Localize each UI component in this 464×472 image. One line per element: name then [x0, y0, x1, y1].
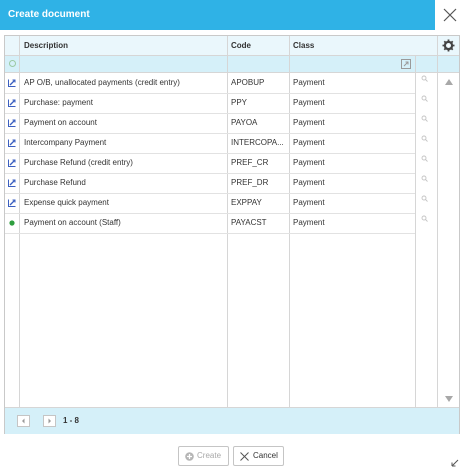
edit-icon[interactable]: [8, 159, 16, 167]
pager-next-button[interactable]: [43, 415, 56, 427]
cell-class: Payment: [293, 78, 325, 87]
edit-icon[interactable]: [8, 139, 16, 147]
cell-code: PAYOA: [231, 118, 258, 127]
gear-icon: [442, 39, 455, 52]
table-row[interactable]: Payment on account PAYOA Payment: [5, 113, 428, 134]
table-row[interactable]: Purchase: payment PPY Payment: [5, 93, 428, 114]
grid-header: Description Code Class: [5, 36, 459, 56]
filter-status-icon: [9, 60, 16, 67]
filter-row: [5, 56, 459, 73]
scroll-up-icon[interactable]: [445, 79, 453, 85]
cell-class: Payment: [293, 178, 325, 187]
cell-code: PREF_DR: [231, 178, 269, 187]
cell-class: Payment: [293, 158, 325, 167]
cancel-button[interactable]: Cancel: [233, 446, 284, 466]
close-button[interactable]: [434, 0, 464, 30]
filter-expand-button[interactable]: [401, 59, 411, 69]
close-icon: [240, 452, 249, 461]
create-button[interactable]: Create: [178, 446, 229, 466]
table-row[interactable]: Purchase Refund (credit entry) PREF_CR Pay…: [5, 153, 428, 174]
cell-class: Payment: [293, 98, 325, 107]
pager-range: 1 - 8: [63, 416, 80, 425]
document-grid: Description Code Class AP O/B, unallocat…: [4, 35, 460, 434]
table-row[interactable]: Purchase Refund PREF_DR Payment: [5, 173, 428, 194]
chevron-left-icon: [22, 418, 25, 424]
cell-description: AP O/B, unallocated payments (credit ent…: [24, 78, 180, 87]
table-row[interactable]: Intercompany Payment INTERCOPA... Payment: [5, 133, 428, 154]
filter-description-input[interactable]: [20, 56, 227, 72]
cell-description: Purchase Refund (credit entry): [24, 158, 133, 167]
cell-description: Intercompany Payment: [24, 138, 107, 147]
collapse-icon[interactable]: [451, 459, 459, 467]
cell-class: Payment: [293, 198, 325, 207]
cancel-button-label: Cancel: [253, 451, 278, 460]
cell-description: Expense quick payment: [24, 198, 109, 207]
edit-icon[interactable]: [8, 119, 16, 127]
plus-circle-icon: [185, 452, 194, 461]
scroll-down-icon[interactable]: [445, 396, 453, 402]
column-header-description[interactable]: Description: [24, 36, 68, 55]
column-header-code[interactable]: Code: [231, 36, 251, 55]
edit-icon[interactable]: [8, 179, 16, 187]
dialog-title: Create document: [8, 9, 90, 20]
cell-code: PAYACST: [231, 218, 267, 227]
table-row[interactable]: Payment on account (Staff) PAYACST Payment: [5, 213, 428, 234]
cell-code: INTERCOPA...: [231, 138, 284, 147]
table-row[interactable]: Expense quick payment EXPPAY Payment: [5, 193, 428, 214]
table-row[interactable]: AP O/B, unallocated payments (credit ent…: [5, 73, 428, 94]
pager-prev-button[interactable]: [17, 415, 30, 427]
cell-code: PPY: [231, 98, 248, 107]
cell-description: Payment on account: [24, 118, 97, 127]
cell-code: EXPPAY: [231, 198, 262, 207]
grid-pager: 1 - 8: [5, 407, 459, 434]
cell-class: Payment: [293, 218, 325, 227]
status-dot-icon[interactable]: [8, 219, 16, 227]
filter-code-input[interactable]: [228, 56, 289, 72]
chevron-right-icon: [48, 418, 51, 424]
vertical-scrollbar[interactable]: [415, 73, 459, 407]
dialog-titlebar: Create document: [0, 0, 464, 30]
cell-class: Payment: [293, 138, 325, 147]
cell-class: Payment: [293, 118, 325, 127]
cell-code: PREF_CR: [231, 158, 269, 167]
filter-class-input[interactable]: [290, 56, 400, 72]
column-header-class[interactable]: Class: [293, 36, 314, 55]
create-button-label: Create: [197, 451, 222, 460]
cell-description: Purchase Refund: [24, 178, 86, 187]
expand-icon: [401, 59, 411, 69]
settings-gear-button[interactable]: [442, 39, 455, 52]
close-icon: [443, 8, 457, 22]
cell-description: Purchase: payment: [24, 98, 93, 107]
cell-code: APOBUP: [231, 78, 265, 87]
edit-icon[interactable]: [8, 199, 16, 207]
cell-description: Payment on account (Staff): [24, 218, 121, 227]
edit-icon[interactable]: [8, 79, 16, 87]
edit-icon[interactable]: [8, 99, 16, 107]
